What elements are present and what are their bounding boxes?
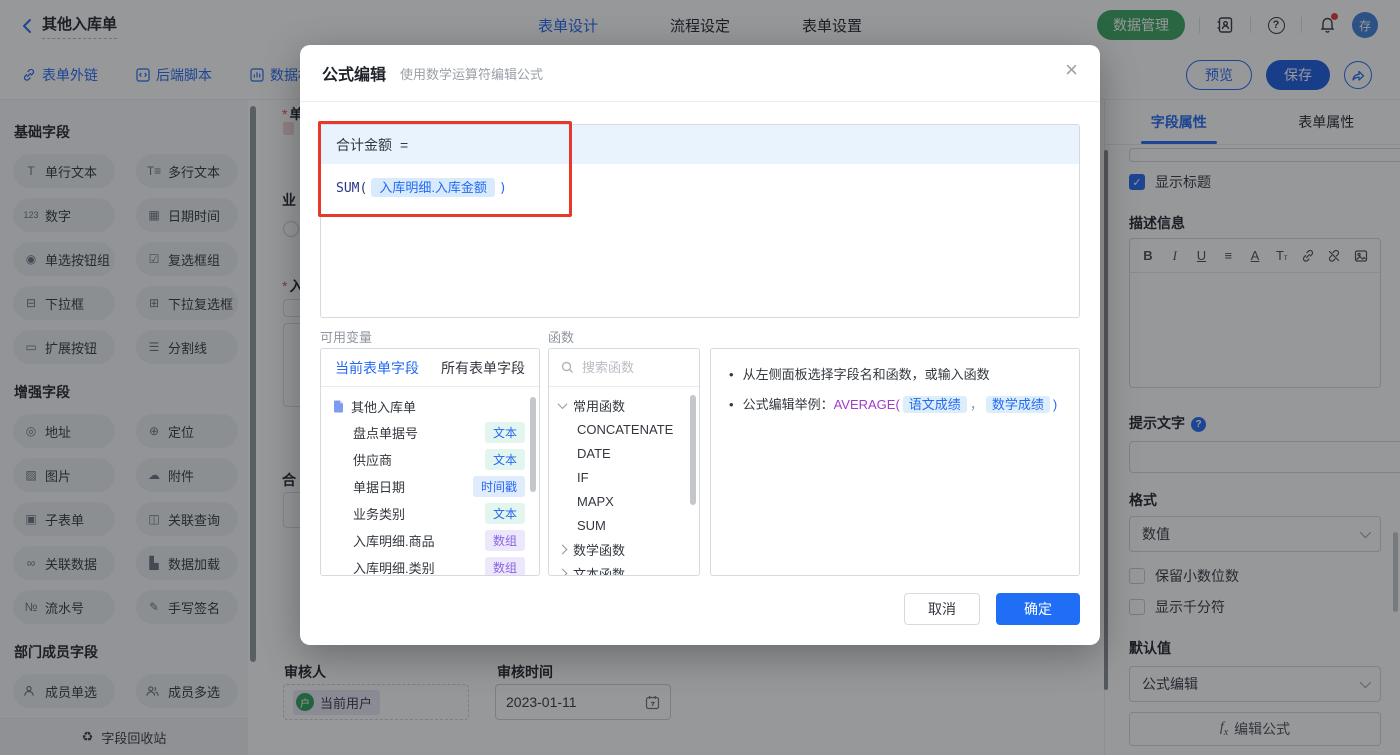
modal-header: 公式编辑 使用数学运算符编辑公式 × xyxy=(300,45,1100,102)
function-item[interactable]: CONCATENATE xyxy=(549,417,699,441)
functions-label: 函数 xyxy=(548,330,575,345)
function-search[interactable] xyxy=(549,349,699,387)
field-type-badge: 数组 xyxy=(484,557,525,575)
example-function: AVERAGE( xyxy=(833,397,900,412)
formula-target-bar: 合计金额 = xyxy=(321,125,1079,164)
example-close-paren: ) xyxy=(1052,397,1058,412)
modal-title: 公式编辑 xyxy=(322,67,387,84)
variables-label: 可用变量 xyxy=(320,330,373,345)
search-input[interactable] xyxy=(582,360,682,375)
function-item[interactable]: MAPX xyxy=(549,489,699,513)
bullet: • xyxy=(729,367,734,382)
tab-current-form-fields[interactable]: 当前表单字段 xyxy=(335,358,419,378)
function-item[interactable]: SUM xyxy=(549,513,699,537)
confirm-button[interactable]: 确定 xyxy=(996,593,1080,625)
variable-item[interactable]: 业务类别 文本 xyxy=(321,500,539,527)
formula-field-chip[interactable]: 入库明细.入库金额 xyxy=(371,178,495,197)
tree-root[interactable]: 其他入库单 xyxy=(321,393,539,419)
field-type-badge: 时间戳 xyxy=(472,476,525,497)
search-icon xyxy=(561,361,574,374)
function-group-common[interactable]: 常用函数 xyxy=(549,393,699,417)
variables-scrollbar[interactable] xyxy=(530,397,536,492)
field-type-badge: 文本 xyxy=(484,503,525,524)
function-group-text[interactable]: 文本函数 xyxy=(549,561,699,575)
form-icon xyxy=(333,400,344,413)
field-type-badge: 文本 xyxy=(484,449,525,470)
tab-all-form-fields[interactable]: 所有表单字段 xyxy=(441,358,525,378)
field-type-badge: 文本 xyxy=(484,422,525,443)
function-item[interactable]: IF xyxy=(549,465,699,489)
app-root: 其他入库单 表单设计 流程设定 表单设置 数据管理 ? 存 表单外链 后端脚本 … xyxy=(0,0,1400,755)
modal-subtitle: 使用数学运算符编辑公式 xyxy=(400,66,544,82)
function-group-math[interactable]: 数学函数 xyxy=(549,537,699,561)
function-item[interactable]: DATE xyxy=(549,441,699,465)
example-chip: 数学成绩 xyxy=(985,396,1050,413)
formula-function: SUM( xyxy=(336,181,368,196)
tips-panel: • 从左侧面板选择字段名和函数，或输入函数 • 公式编辑举例：AVERAGE(语… xyxy=(710,348,1080,576)
functions-scrollbar[interactable] xyxy=(690,395,696,505)
cancel-button[interactable]: 取消 xyxy=(904,593,980,625)
variable-item[interactable]: 入库明细.类别 数组 xyxy=(321,554,539,575)
example-chip: 语文成绩 xyxy=(902,396,967,413)
variable-item[interactable]: 单据日期 时间戳 xyxy=(321,473,539,500)
chevron-right-icon xyxy=(557,568,568,575)
variable-item[interactable]: 盘点单据号 文本 xyxy=(321,419,539,446)
chevron-down-icon xyxy=(557,398,568,409)
tip-line-2: • 公式编辑举例：AVERAGE(语文成绩，数学成绩) xyxy=(729,396,1058,413)
variable-item[interactable]: 供应商 文本 xyxy=(321,446,539,473)
formula-edit-modal: 公式编辑 使用数学运算符编辑公式 × 合计金额 = SUM(入库明细.入库金额)… xyxy=(300,45,1100,645)
variables-tabs: 当前表单字段 所有表单字段 xyxy=(321,349,539,387)
formula-editor[interactable]: 合计金额 = SUM(入库明细.入库金额) xyxy=(320,124,1080,318)
formula-expression[interactable]: SUM(入库明细.入库金额) xyxy=(321,164,1079,209)
variables-tree: 其他入库单 盘点单据号 文本 供应商 文本 单据日期 时间戳 业务类别 文本 入库明细.… xyxy=(321,387,539,575)
tip-line-1: • 从左侧面板选择字段名和函数，或输入函数 xyxy=(729,367,990,382)
variables-panel: 当前表单字段 所有表单字段 其他入库单 盘点单据号 文本 供应商 文本 单据日期 时间… xyxy=(320,348,540,576)
bullet: • xyxy=(729,397,734,412)
functions-panel: 常用函数 CONCATENATE DATE IF MAPX SUM 数学函数 文… xyxy=(548,348,700,576)
variable-item[interactable]: 入库明细.商品 数组 xyxy=(321,527,539,554)
close-icon[interactable]: × xyxy=(1065,59,1078,81)
formula-close-paren: ) xyxy=(498,181,507,196)
chevron-right-icon xyxy=(557,544,568,554)
field-type-badge: 数组 xyxy=(484,530,525,551)
